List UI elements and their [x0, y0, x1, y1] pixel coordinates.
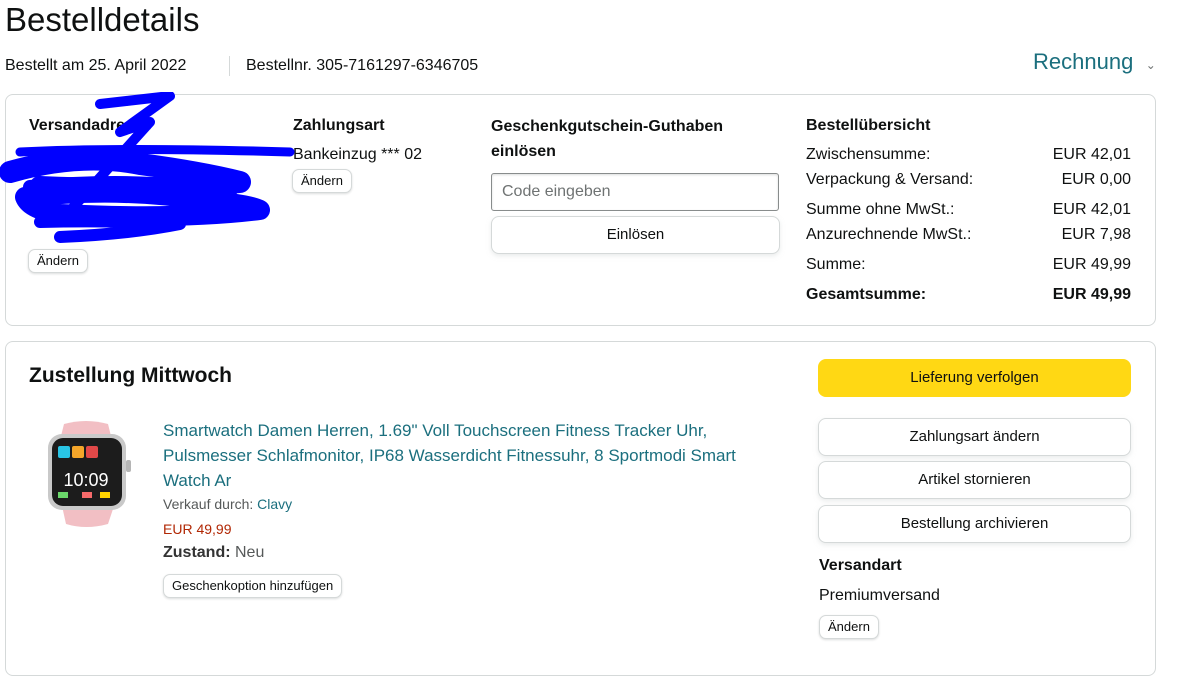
- seller-link[interactable]: Clavy: [257, 496, 292, 512]
- summary-table: Zwischensumme: EUR 42,01 Verpackung & Ve…: [806, 144, 1131, 314]
- summary-label: Verpackung & Versand:: [806, 171, 974, 188]
- chevron-down-icon: ⌄: [1145, 58, 1156, 72]
- change-shipping-type-button[interactable]: Ändern: [819, 615, 879, 639]
- delivery-heading: Zustellung Mittwoch: [29, 364, 232, 387]
- summary-label: Summe:: [806, 256, 866, 273]
- summary-value: EUR 49,99: [1052, 256, 1131, 273]
- add-gift-option-button[interactable]: Geschenkoption hinzufügen: [163, 574, 343, 598]
- shipping-address-heading: Versandadresse: [29, 117, 152, 134]
- summary-label: Zwischensumme:: [806, 146, 931, 163]
- gift-code-input[interactable]: Code eingeben: [491, 173, 779, 211]
- invoice-label: Rechnung: [1033, 49, 1134, 74]
- gift-card-heading: Geschenkgutschein-Guthaben einlösen: [491, 118, 724, 160]
- track-delivery-button[interactable]: Lieferung verfolgen: [818, 359, 1131, 397]
- payment-heading: Zahlungsart: [293, 117, 385, 134]
- summary-heading: Bestellübersicht: [806, 117, 931, 134]
- change-payment-method-button[interactable]: Zahlungsart ändern: [818, 418, 1131, 456]
- summary-label: Anzurechnende MwSt.:: [806, 226, 972, 243]
- cancel-item-button[interactable]: Artikel stornieren: [818, 461, 1131, 499]
- sold-by: Verkauf durch: Clavy: [163, 496, 292, 512]
- sold-by-label: Verkauf durch:: [163, 496, 254, 512]
- summary-row: Verpackung & Versand: EUR 0,00: [806, 169, 1131, 191]
- summary-total-row: Gesamtsumme: EUR 49,99: [806, 284, 1131, 306]
- shipping-type-value: Premiumversand: [819, 587, 940, 604]
- summary-total-value: EUR 49,99: [1052, 286, 1131, 303]
- payment-method: Bankeinzug *** 02: [293, 146, 422, 163]
- summary-value: EUR 42,01: [1052, 146, 1131, 163]
- summary-value: EUR 0,00: [1061, 171, 1131, 188]
- page-title: Bestelldetails: [5, 1, 200, 38]
- product-watch-time: 10:09: [63, 470, 108, 490]
- product-image[interactable]: 10:09: [42, 420, 134, 528]
- condition-value: Neu: [235, 544, 265, 561]
- condition: Zustand: Neu: [163, 544, 264, 562]
- product-price: EUR 49,99: [163, 521, 232, 537]
- change-address-button[interactable]: Ändern: [28, 249, 88, 273]
- archive-order-button[interactable]: Bestellung archivieren: [818, 505, 1131, 543]
- product-title-link[interactable]: Smartwatch Damen Herren, 1.69" Voll Touc…: [163, 418, 773, 493]
- summary-row: Anzurechnende MwSt.: EUR 7,98: [806, 224, 1131, 246]
- summary-row: Zwischensumme: EUR 42,01: [806, 144, 1131, 166]
- header-divider: [229, 56, 230, 76]
- condition-label: Zustand:: [163, 544, 231, 561]
- order-date: Bestellt am 25. April 2022: [5, 57, 187, 74]
- invoice-dropdown[interactable]: Rechnung ⌄: [1033, 49, 1156, 75]
- summary-row: Summe: EUR 49,99: [806, 254, 1131, 276]
- redeem-button[interactable]: Einlösen: [491, 216, 780, 254]
- order-number: Bestellnr. 305-7161297-6346705: [246, 57, 479, 74]
- change-payment-button[interactable]: Ändern: [292, 169, 352, 193]
- summary-total-label: Gesamtsumme:: [806, 286, 927, 303]
- summary-label: Summe ohne MwSt.:: [806, 201, 955, 218]
- summary-value: EUR 7,98: [1061, 226, 1131, 243]
- shipping-type-heading: Versandart: [819, 557, 902, 574]
- summary-row: Summe ohne MwSt.: EUR 42,01: [806, 199, 1131, 221]
- summary-value: EUR 42,01: [1052, 201, 1131, 218]
